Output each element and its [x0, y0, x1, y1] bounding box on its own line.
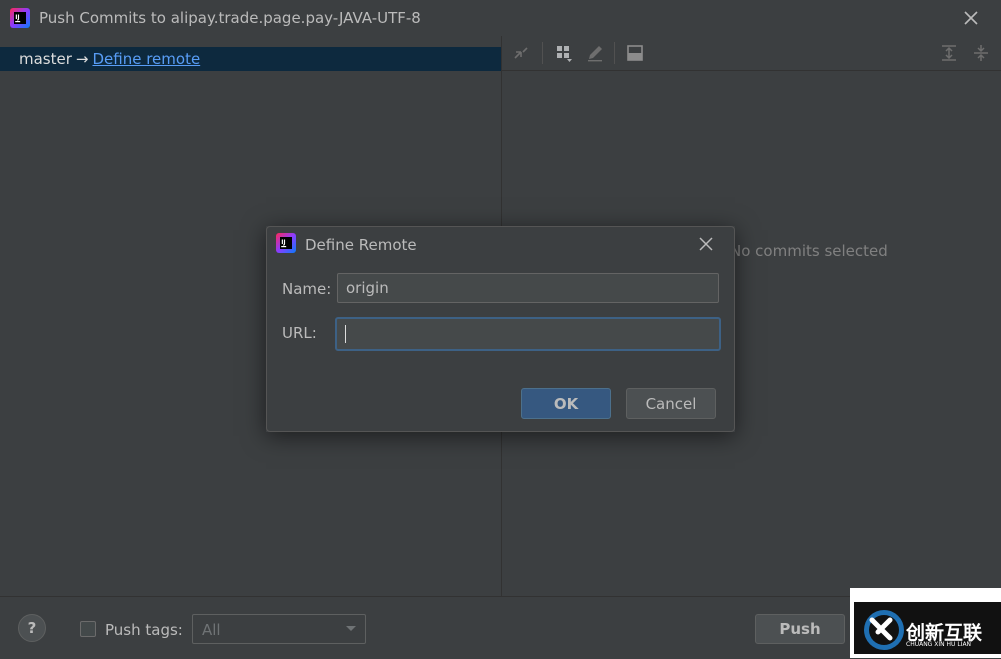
push-tags-select[interactable]: All	[192, 614, 366, 644]
svg-text:IJ: IJ	[15, 14, 19, 21]
ok-button[interactable]: OK	[521, 388, 611, 419]
intellij-logo-icon: IJ	[10, 8, 30, 28]
no-commits-message: No commits selected	[730, 242, 888, 260]
close-icon[interactable]	[698, 236, 714, 252]
url-field[interactable]	[335, 317, 721, 351]
define-remote-dialog: IJ Define Remote Name: origin URL: OK Ca…	[266, 226, 735, 432]
close-icon[interactable]	[961, 8, 981, 28]
toolbar-separator	[614, 42, 615, 64]
watermark-subtext: CHUANG XIN HU LIAN	[906, 641, 972, 648]
svg-text:IJ: IJ	[281, 239, 285, 246]
arrow-icon: →	[75, 50, 89, 68]
toolbar-separator	[542, 42, 543, 64]
compare-icon[interactable]	[512, 44, 530, 62]
collapse-all-icon[interactable]	[972, 44, 990, 62]
watermark: 创新互联 CHUANG XIN HU LIAN	[850, 588, 1001, 658]
intellij-logo-icon: IJ	[276, 233, 296, 253]
name-label: Name:	[282, 280, 332, 298]
window-title: Push Commits to alipay.trade.page.pay-JA…	[39, 9, 421, 27]
group-by-icon[interactable]	[555, 44, 573, 62]
branch-name: master	[19, 50, 72, 68]
dialog-title: Define Remote	[305, 236, 417, 254]
details-icon[interactable]	[626, 44, 644, 62]
help-button[interactable]: ?	[18, 614, 46, 642]
url-label: URL:	[282, 324, 317, 342]
edit-icon[interactable]	[586, 44, 604, 62]
title-bar: IJ Push Commits to alipay.trade.page.pay…	[0, 0, 1001, 36]
branch-row[interactable]: master → Define remote	[0, 47, 501, 71]
push-button[interactable]: Push	[755, 614, 845, 644]
push-tags-label: Push tags:	[105, 621, 183, 639]
expand-all-icon[interactable]	[940, 44, 958, 62]
name-field[interactable]: origin	[337, 273, 719, 303]
chevron-down-icon	[346, 626, 356, 631]
text-caret	[345, 325, 346, 343]
cancel-button[interactable]: Cancel	[626, 388, 716, 419]
push-tags-checkbox[interactable]	[80, 621, 96, 637]
details-toolbar	[502, 36, 1001, 71]
push-tags-select-value: All	[202, 621, 221, 639]
define-remote-link[interactable]: Define remote	[92, 50, 200, 68]
